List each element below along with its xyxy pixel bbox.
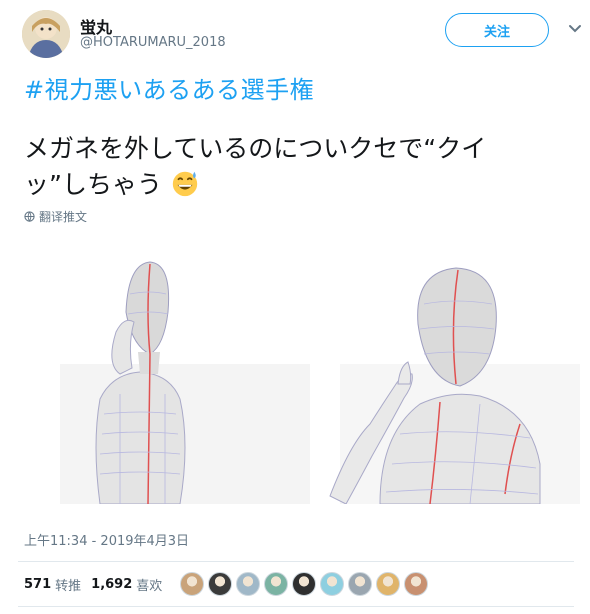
liker-avatar[interactable] bbox=[208, 572, 232, 596]
tweet-text-content: メガネを外しているのについクセで“クイッ”しちゃう bbox=[24, 134, 487, 199]
tweet-header: 蛍丸 @HOTARUMARU_2018 关注 bbox=[22, 10, 582, 58]
follow-button[interactable]: 关注 bbox=[445, 13, 549, 47]
tweet-timestamp[interactable]: 上午11:34 - 2019年4月3日 bbox=[24, 530, 189, 549]
liker-avatar[interactable] bbox=[264, 572, 288, 596]
liker-avatar[interactable] bbox=[348, 572, 372, 596]
grinning-sweat-emoji-icon bbox=[172, 171, 198, 197]
liker-avatar[interactable] bbox=[320, 572, 344, 596]
user-avatar[interactable] bbox=[22, 10, 70, 58]
like-count[interactable]: 1,692 bbox=[91, 577, 132, 592]
chevron-down-icon[interactable] bbox=[567, 20, 583, 36]
like-label[interactable]: 喜欢 bbox=[136, 575, 162, 594]
retweet-count[interactable]: 571 bbox=[24, 577, 51, 592]
liker-avatar[interactable] bbox=[292, 572, 316, 596]
tweet-image[interactable] bbox=[0, 234, 590, 505]
divider-bottom bbox=[18, 606, 574, 607]
liker-avatar[interactable] bbox=[404, 572, 428, 596]
translate-link[interactable]: 翻译推文 bbox=[24, 208, 87, 225]
liker-avatar[interactable] bbox=[180, 572, 204, 596]
translate-label: 翻译推文 bbox=[39, 210, 88, 224]
liker-avatar[interactable] bbox=[236, 572, 260, 596]
liker-avatar[interactable] bbox=[376, 572, 400, 596]
engagement-stats: 571 转推 1,692 喜欢 bbox=[24, 573, 172, 595]
hashtag-link[interactable]: #視力悪いあるある選手権 bbox=[24, 70, 314, 105]
divider-top bbox=[18, 561, 574, 562]
globe-icon bbox=[24, 211, 35, 222]
user-handle[interactable]: @HOTARUMARU_2018 bbox=[80, 35, 226, 50]
tweet-text: メガネを外しているのについクセで“クイッ”しちゃう bbox=[24, 131, 544, 203]
liker-avatars bbox=[180, 572, 428, 596]
retweet-label[interactable]: 转推 bbox=[55, 575, 81, 594]
